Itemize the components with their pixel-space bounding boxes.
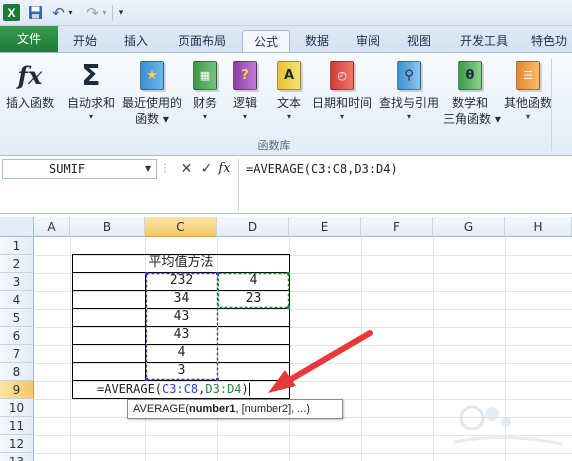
- more-functions-dropdown-icon: ▾: [525, 112, 530, 121]
- financial-icon: ▦: [190, 59, 220, 91]
- tab-special[interactable]: 特色功: [526, 30, 572, 52]
- text-icon: A: [274, 59, 304, 91]
- range-d3-d4-outline: [217, 272, 290, 309]
- math-trig-icon: θ: [455, 59, 485, 91]
- financial-button[interactable]: ▦ 财务 ▾: [188, 57, 222, 137]
- redo-icon[interactable]: ↷: [84, 4, 101, 22]
- watermark-mark: [453, 435, 563, 446]
- undo-dropdown-icon[interactable]: ▾: [66, 4, 75, 21]
- watermark-mark: [501, 417, 511, 427]
- ribbon-tabs: 文件 开始 插入 页面布局 公式 数据 审阅 视图 开发工具 特色功: [0, 26, 572, 52]
- name-box-dropdown-icon[interactable]: ▼: [145, 164, 151, 173]
- watermark-mark: [485, 407, 499, 421]
- excel-logo-icon[interactable]: X: [3, 4, 20, 21]
- financial-dropdown-icon: ▾: [202, 112, 207, 121]
- logical-icon: ?: [230, 59, 260, 91]
- logical-label: 逻辑: [232, 96, 257, 110]
- customize-qat-icon[interactable]: ▾: [116, 4, 126, 21]
- tab-home[interactable]: 开始: [62, 30, 108, 52]
- text-label: 文本: [276, 96, 301, 110]
- ribbon-group-separator: [551, 59, 552, 151]
- date-time-icon: ◴: [327, 59, 357, 91]
- function-signature-tooltip[interactable]: AVERAGE(number1, [number2], ...): [127, 399, 343, 419]
- sigma-icon: Σ: [81, 58, 101, 92]
- more-functions-button[interactable]: ☰ 其他函数 ▾: [500, 57, 556, 137]
- undo-icon[interactable]: ↶: [50, 4, 67, 22]
- text-button[interactable]: A 文本 ▾: [272, 57, 306, 137]
- lookup-reference-label: 查找与引用: [378, 96, 439, 110]
- autosum-label: 自动求和: [66, 96, 115, 110]
- save-icon[interactable]: [27, 4, 44, 21]
- math-trig-button[interactable]: θ 数学和 三角函数 ▾: [443, 57, 501, 137]
- recently-used-button[interactable]: ★ 最近使用的 函数 ▾: [120, 57, 184, 137]
- date-time-dropdown-icon: ▾: [339, 112, 344, 121]
- formula-close-paren: ): [241, 382, 249, 396]
- tab-insert[interactable]: 插入: [113, 30, 159, 52]
- recently-used-label: 最近使用的: [121, 96, 182, 110]
- date-time-label: 日期和时间: [311, 96, 372, 110]
- tooltip-current-arg: number1: [189, 403, 236, 415]
- tab-data[interactable]: 数据: [294, 30, 340, 52]
- financial-label: 财务: [192, 96, 217, 110]
- formula-ref-d3-d4: D3:D4: [205, 382, 242, 396]
- lookup-reference-icon: ⚲: [394, 59, 424, 91]
- insert-function-fx-button[interactable]: fx: [216, 160, 233, 178]
- math-trig-label: 数学和: [451, 96, 488, 110]
- more-functions-icon: ☰: [513, 59, 543, 91]
- insert-function-button[interactable]: fx 插入函数: [2, 57, 58, 137]
- range-handle[interactable]: [287, 272, 290, 275]
- watermark-logo: [453, 405, 563, 446]
- tooltip-function-name: AVERAGE(: [133, 403, 190, 415]
- redo-dropdown-icon[interactable]: ▾: [100, 4, 109, 21]
- formula-function-text: =AVERAGE(: [97, 382, 163, 396]
- quick-access-toolbar: X ↶ ▾ ↷ ▾ ▾: [0, 0, 572, 26]
- recently-used-label-2: 函数 ▾: [135, 112, 169, 126]
- tab-page-layout[interactable]: 页面布局: [166, 30, 238, 52]
- tab-review[interactable]: 审阅: [345, 30, 391, 52]
- tab-formulas[interactable]: 公式: [242, 30, 290, 52]
- fx-icon: fx: [17, 60, 43, 90]
- date-time-button[interactable]: ◴ 日期和时间 ▾: [310, 57, 374, 137]
- range-handle[interactable]: [216, 272, 219, 275]
- range-handle[interactable]: [145, 272, 148, 275]
- insert-function-label: 插入函数: [5, 96, 54, 110]
- text-dropdown-icon: ▾: [286, 112, 291, 121]
- cancel-entry-button[interactable]: ✕: [178, 160, 195, 178]
- tab-file[interactable]: 文件: [0, 26, 58, 52]
- cell-b9-editing[interactable]: =AVERAGE(C3:C8,D3:D4): [73, 380, 289, 398]
- tab-view[interactable]: 视图: [396, 30, 442, 52]
- math-trig-label-2: 三角函数 ▾: [443, 112, 501, 126]
- formula-ref-c3-c8: C3:C8: [162, 382, 199, 396]
- tab-developer[interactable]: 开发工具: [448, 30, 520, 52]
- range-c3-c8-outline: [145, 272, 219, 381]
- watermark-mark: [459, 405, 485, 431]
- ribbon-function-library: fx 插入函数 Σ 自动求和 ▾ ★ 最近使用的 函数 ▾ ▦ 财务 ▾ ? 逻…: [0, 52, 572, 156]
- name-box[interactable]: SUMIF: [2, 159, 157, 179]
- ribbon-group-label: 函数库: [257, 139, 291, 152]
- qat-separator: [112, 5, 113, 21]
- recent-functions-icon: ★: [137, 59, 167, 91]
- autosum-button[interactable]: Σ 自动求和 ▾: [64, 57, 118, 137]
- text-cursor: [248, 383, 250, 396]
- lookup-reference-button[interactable]: ⚲ 查找与引用 ▾: [377, 57, 441, 137]
- range-handle[interactable]: [287, 306, 290, 309]
- formula-input[interactable]: =AVERAGE(C3:C8,D3:D4): [238, 159, 570, 211]
- enter-entry-button[interactable]: ✓: [198, 160, 215, 178]
- formula-bar: SUMIF ▼ ⋮ ✕ ✓ fx =AVERAGE(C3:C8,D3:D4): [0, 156, 572, 214]
- tooltip-rest-args: , [number2], ...): [235, 403, 311, 415]
- lookup-reference-dropdown-icon: ▾: [406, 112, 411, 121]
- more-functions-label: 其他函数: [503, 96, 552, 110]
- formula-bar-grip-icon[interactable]: ⋮: [160, 162, 170, 176]
- range-c3-c8-outline-accent: [146, 273, 218, 380]
- logical-button[interactable]: ? 逻辑 ▾: [228, 57, 262, 137]
- autosum-dropdown-icon: ▾: [88, 112, 93, 121]
- logical-dropdown-icon: ▾: [242, 112, 247, 121]
